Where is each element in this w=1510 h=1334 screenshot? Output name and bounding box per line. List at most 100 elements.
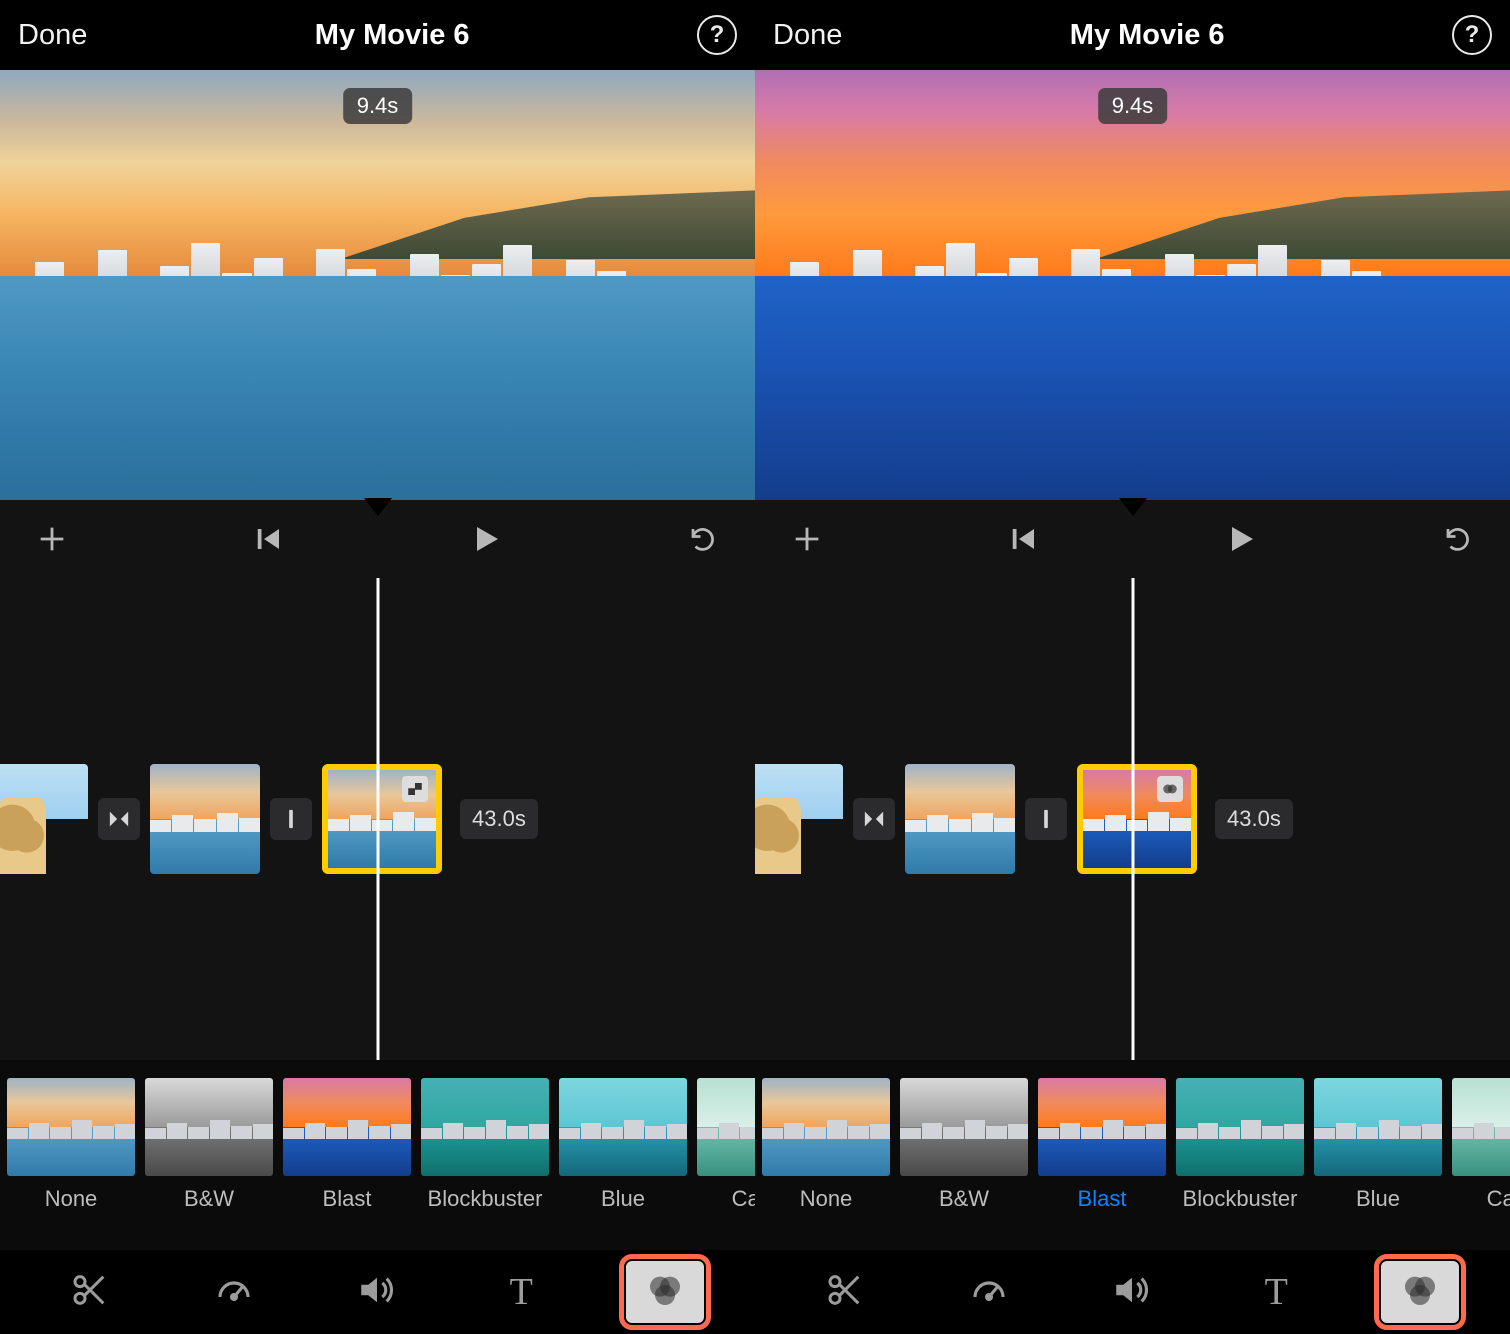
scissors-icon [825, 1270, 865, 1315]
project-title: My Movie 6 [87, 19, 697, 52]
undo-button[interactable] [673, 524, 733, 554]
rewind-button[interactable] [994, 524, 1054, 554]
speaker-icon [1111, 1269, 1153, 1316]
scissors-icon [70, 1270, 110, 1315]
edit-tools-bar: T [755, 1250, 1510, 1334]
filter-label: None [6, 1186, 136, 1212]
none-transition-icon [1043, 808, 1049, 830]
dissolve-icon [108, 808, 130, 830]
filter-option-none[interactable]: None [6, 1078, 136, 1212]
done-button[interactable]: Done [773, 19, 842, 52]
rewind-button[interactable] [239, 524, 299, 554]
filter-thumb [559, 1078, 687, 1176]
timeline-clip-1[interactable] [0, 764, 88, 874]
filter-option-blast[interactable]: Blast [282, 1078, 412, 1212]
filter-thumb [1314, 1078, 1442, 1176]
preview-viewport[interactable]: 9.4s [755, 70, 1510, 500]
filter-option-bw[interactable]: B&W [144, 1078, 274, 1212]
timeline-clip-2[interactable] [150, 764, 260, 874]
filter-thumb [283, 1078, 411, 1176]
transport-bar [0, 500, 755, 578]
filter-label: B&W [899, 1186, 1029, 1212]
add-media-button[interactable] [22, 522, 82, 556]
filter-thumb [145, 1078, 273, 1176]
play-button[interactable] [456, 521, 516, 557]
filter-option-camo[interactable]: Camo [1451, 1078, 1510, 1212]
filter-option-blast[interactable]: Blast [1037, 1078, 1167, 1212]
filter-option-blockbuster[interactable]: Blockbuster [1175, 1078, 1305, 1212]
dissolve-icon [863, 808, 885, 830]
filter-thumb [900, 1078, 1028, 1176]
preview-frame [755, 70, 1510, 500]
filter-label: Blast [1037, 1186, 1167, 1212]
filter-label: Blue [1313, 1186, 1443, 1212]
tool-text[interactable]: T [1237, 1261, 1315, 1323]
tool-volume[interactable] [1093, 1261, 1171, 1323]
tool-cut[interactable] [806, 1261, 884, 1323]
filter-option-camo[interactable]: Camo [696, 1078, 755, 1212]
timeline[interactable]: 43.0s [0, 578, 755, 1060]
timeline-clip-2[interactable] [905, 764, 1015, 874]
help-button[interactable]: ? [697, 15, 737, 55]
filter-strip[interactable]: None B&W Blast Blockbuster Blue Camo [755, 1060, 1510, 1250]
preview-frame [0, 70, 755, 500]
filters-icon [645, 1270, 685, 1315]
filter-option-blue[interactable]: Blue [1313, 1078, 1443, 1212]
timeline-clip-1[interactable] [755, 764, 843, 874]
editor-pane-right: Done My Movie 6 ? 9.4s [755, 0, 1510, 1334]
help-button[interactable]: ? [1452, 15, 1492, 55]
transition-none[interactable] [270, 798, 312, 840]
tool-filters[interactable] [1381, 1261, 1459, 1323]
timeline-clip-selected[interactable] [1077, 764, 1197, 874]
tool-cut[interactable] [51, 1261, 129, 1323]
preview-viewport[interactable]: 9.4s [0, 70, 755, 500]
filter-thumb [697, 1078, 755, 1176]
filter-option-blockbuster[interactable]: Blockbuster [420, 1078, 550, 1212]
tool-text[interactable]: T [482, 1261, 560, 1323]
filter-thumb [1452, 1078, 1510, 1176]
filter-thumb [762, 1078, 890, 1176]
filter-label: Camo [696, 1186, 755, 1212]
tool-filters[interactable] [626, 1261, 704, 1323]
edit-tools-bar: T [0, 1250, 755, 1334]
text-icon: T [510, 1270, 533, 1314]
speaker-icon [356, 1269, 398, 1316]
timeline[interactable]: 43.0s [755, 578, 1510, 1060]
filter-label: B&W [144, 1186, 274, 1212]
preview-sea [755, 276, 1510, 500]
clip-filter-indicator [1157, 776, 1183, 802]
gauge-icon [968, 1269, 1010, 1316]
filter-option-blue[interactable]: Blue [558, 1078, 688, 1212]
none-transition-icon [288, 808, 294, 830]
play-button[interactable] [1211, 521, 1271, 557]
filter-strip[interactable]: None B&W Blast Blockbuster Blue Camo [0, 1060, 755, 1250]
filter-label: Blast [282, 1186, 412, 1212]
filter-thumb [1038, 1078, 1166, 1176]
clip-duration-badge: 9.4s [343, 88, 413, 124]
timeline-clip-selected[interactable] [322, 764, 442, 874]
done-button[interactable]: Done [18, 19, 87, 52]
transition-dissolve[interactable] [853, 798, 895, 840]
playhead-line[interactable] [376, 578, 379, 1060]
transition-dissolve[interactable] [98, 798, 140, 840]
preview-sea [0, 276, 755, 500]
playhead-line[interactable] [1131, 578, 1134, 1060]
playhead-caret-icon [1119, 498, 1147, 516]
tool-speed[interactable] [195, 1261, 273, 1323]
filter-thumb [7, 1078, 135, 1176]
transition-none[interactable] [1025, 798, 1067, 840]
project-duration-label: 43.0s [1215, 799, 1293, 839]
transport-bar [755, 500, 1510, 578]
filter-option-none[interactable]: None [761, 1078, 891, 1212]
tool-speed[interactable] [950, 1261, 1028, 1323]
gauge-icon [213, 1269, 255, 1316]
undo-button[interactable] [1428, 524, 1488, 554]
tool-volume[interactable] [338, 1261, 416, 1323]
header-bar: Done My Movie 6 ? [0, 0, 755, 70]
clip-duration-badge: 9.4s [1098, 88, 1168, 124]
project-duration-label: 43.0s [460, 799, 538, 839]
project-title: My Movie 6 [842, 19, 1452, 52]
filter-label: Blockbuster [420, 1186, 550, 1212]
add-media-button[interactable] [777, 522, 837, 556]
filter-option-bw[interactable]: B&W [899, 1078, 1029, 1212]
